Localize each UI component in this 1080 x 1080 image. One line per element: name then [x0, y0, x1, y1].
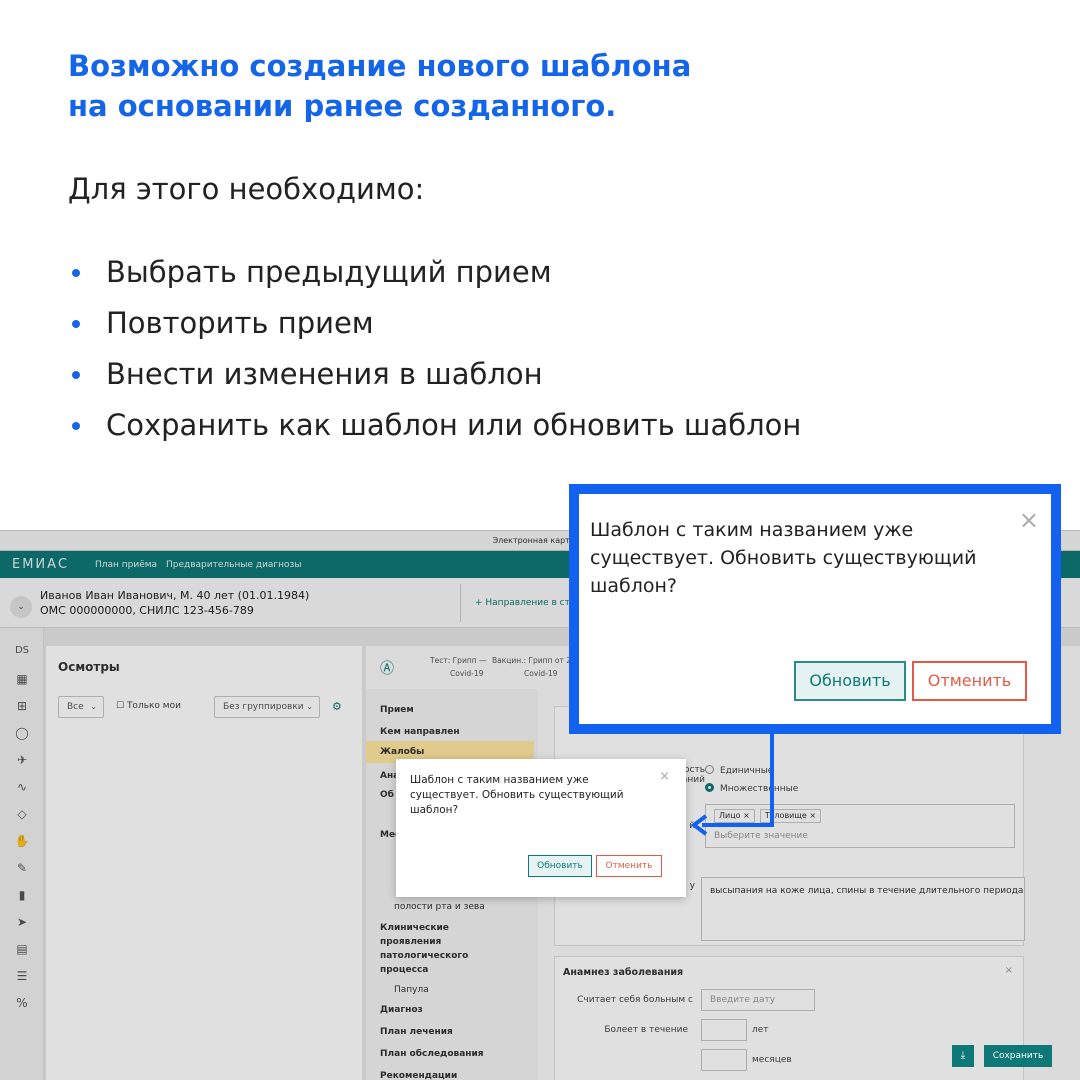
- syringe-icon[interactable]: ✎: [13, 859, 31, 877]
- section-item: процесса: [380, 965, 429, 975]
- small-dialog-message: Шаблон с таким названием уже существует.…: [410, 774, 624, 816]
- vaccine-label: Вакцин.: Грипп от 20.: [492, 656, 579, 665]
- filter-select[interactable]: Все ⌄: [58, 696, 104, 718]
- section-subitem[interactable]: полости рта и зева: [394, 902, 485, 912]
- test-label: Тест: Грипп —: [430, 656, 487, 665]
- months-input[interactable]: [701, 1049, 747, 1071]
- hand-icon[interactable]: ✋: [13, 832, 31, 850]
- close-icon[interactable]: ×: [659, 769, 670, 784]
- cancel-button[interactable]: Отменить: [912, 661, 1027, 701]
- headline: Возможно создание нового шаблона на осно…: [68, 46, 968, 126]
- date-input[interactable]: Введите дату: [701, 989, 815, 1011]
- exams-panel: Осмотры Все ⌄ ☐ Только мои Без группировк…: [46, 646, 362, 1080]
- rocket-icon[interactable]: ✈: [13, 751, 31, 769]
- nav-preliminary-diagnoses[interactable]: Предварительные диагнозы: [166, 560, 301, 570]
- settings-icon[interactable]: ⚙: [332, 700, 342, 713]
- pointer-arrow: [690, 721, 774, 836]
- considers-ill-label: Считает себя больным с: [577, 995, 693, 1005]
- left-sidebar: DS ▦ ⊞ ◯ ✈ ∿ ◇ ✋ ✎ ▮ ➤ ▤ ☰ %: [0, 628, 44, 1080]
- headline-line-1: Возможно создание нового шаблона: [68, 49, 692, 83]
- direction-link[interactable]: + Направление в стац: [460, 584, 582, 622]
- section-item[interactable]: План обследования: [380, 1049, 484, 1059]
- section-item[interactable]: Об: [380, 790, 394, 800]
- pin-icon[interactable]: ➤: [13, 913, 31, 931]
- ds-icon[interactable]: DS: [13, 642, 31, 660]
- steps-list: Выбрать предыдущий прием Повторить прием…: [68, 250, 801, 454]
- update-button[interactable]: Обновить: [794, 661, 906, 701]
- list-icon[interactable]: ☰: [13, 967, 31, 985]
- chat-icon[interactable]: ◯: [13, 724, 31, 742]
- step-item: Выбрать предыдущий прием: [68, 250, 801, 301]
- headline-line-2: на основании ранее созданного.: [68, 89, 617, 123]
- document-icon[interactable]: ▤: [13, 940, 31, 958]
- highlighted-confirm-dialog: Шаблон с таким названием уже существует.…: [569, 484, 1061, 734]
- medkit-icon[interactable]: ⊞: [13, 697, 31, 715]
- section-item[interactable]: Клинические: [380, 923, 449, 933]
- step-item: Сохранить как шаблон или обновить шаблон: [68, 403, 801, 454]
- small-confirm-dialog: Шаблон с таким названием уже существует.…: [396, 759, 686, 897]
- nav-plan-priema[interactable]: План приёма: [95, 560, 157, 570]
- chart-icon[interactable]: ▮: [13, 886, 31, 904]
- years-input[interactable]: [701, 1019, 747, 1041]
- section-subitem[interactable]: Папула: [394, 985, 429, 995]
- description-textarea[interactable]: высыпания на коже лица, спины в течение …: [701, 877, 1025, 941]
- section-item: патологического: [380, 951, 469, 961]
- save-button[interactable]: Сохранить: [984, 1045, 1052, 1067]
- exams-title: Осмотры: [58, 660, 120, 674]
- close-icon[interactable]: ×: [1005, 965, 1013, 976]
- section-item[interactable]: Кем направлен: [380, 727, 460, 737]
- step-item: Повторить прием: [68, 301, 801, 352]
- section-item[interactable]: Диагноз: [380, 1005, 423, 1015]
- subheading: Для этого необходимо:: [68, 172, 425, 206]
- step-item: Внести изменения в шаблон: [68, 352, 801, 403]
- pill-icon[interactable]: ◇: [13, 805, 31, 823]
- section-item[interactable]: Рекомендации: [380, 1071, 457, 1080]
- section-item: проявления: [380, 937, 442, 947]
- emias-logo: ЕМИАС: [12, 557, 70, 572]
- patient-name: Иванов Иван Иванович, М. 40 лет (01.01.1…: [40, 589, 310, 602]
- section-item[interactable]: Прием: [380, 705, 414, 715]
- dialog-message: Шаблон с таким названием уже существует.…: [590, 519, 977, 597]
- anamnesis-title: Анамнез заболевания: [563, 967, 684, 978]
- only-mine-checkbox[interactable]: ☐ Только мои: [116, 701, 181, 711]
- section-item[interactable]: План лечения: [380, 1027, 453, 1037]
- close-icon[interactable]: ×: [1019, 508, 1039, 532]
- grouping-select[interactable]: Без группировки ⌄: [214, 696, 320, 718]
- grid-icon[interactable]: ▦: [13, 670, 31, 688]
- small-update-button[interactable]: Обновить: [528, 855, 592, 877]
- vaccine-value-2: Covid-19: [524, 669, 558, 678]
- patient-ids: ОМС 000000000, СНИЛС 123-456-789: [40, 604, 254, 617]
- chevron-down-icon[interactable]: ⌄: [10, 596, 32, 618]
- pulse-icon[interactable]: ∿: [13, 778, 31, 796]
- months-label: месяцев: [752, 1055, 792, 1065]
- test-value-2: Covid-19: [450, 669, 484, 678]
- percent-icon[interactable]: %: [13, 994, 31, 1012]
- download-icon[interactable]: ⤓: [952, 1045, 974, 1067]
- small-cancel-button[interactable]: Отменить: [596, 855, 662, 877]
- template-icon[interactable]: Ⓐ: [380, 658, 394, 678]
- years-label: лет: [752, 1025, 769, 1035]
- ill-for-label: Болеет в течение: [604, 1025, 688, 1035]
